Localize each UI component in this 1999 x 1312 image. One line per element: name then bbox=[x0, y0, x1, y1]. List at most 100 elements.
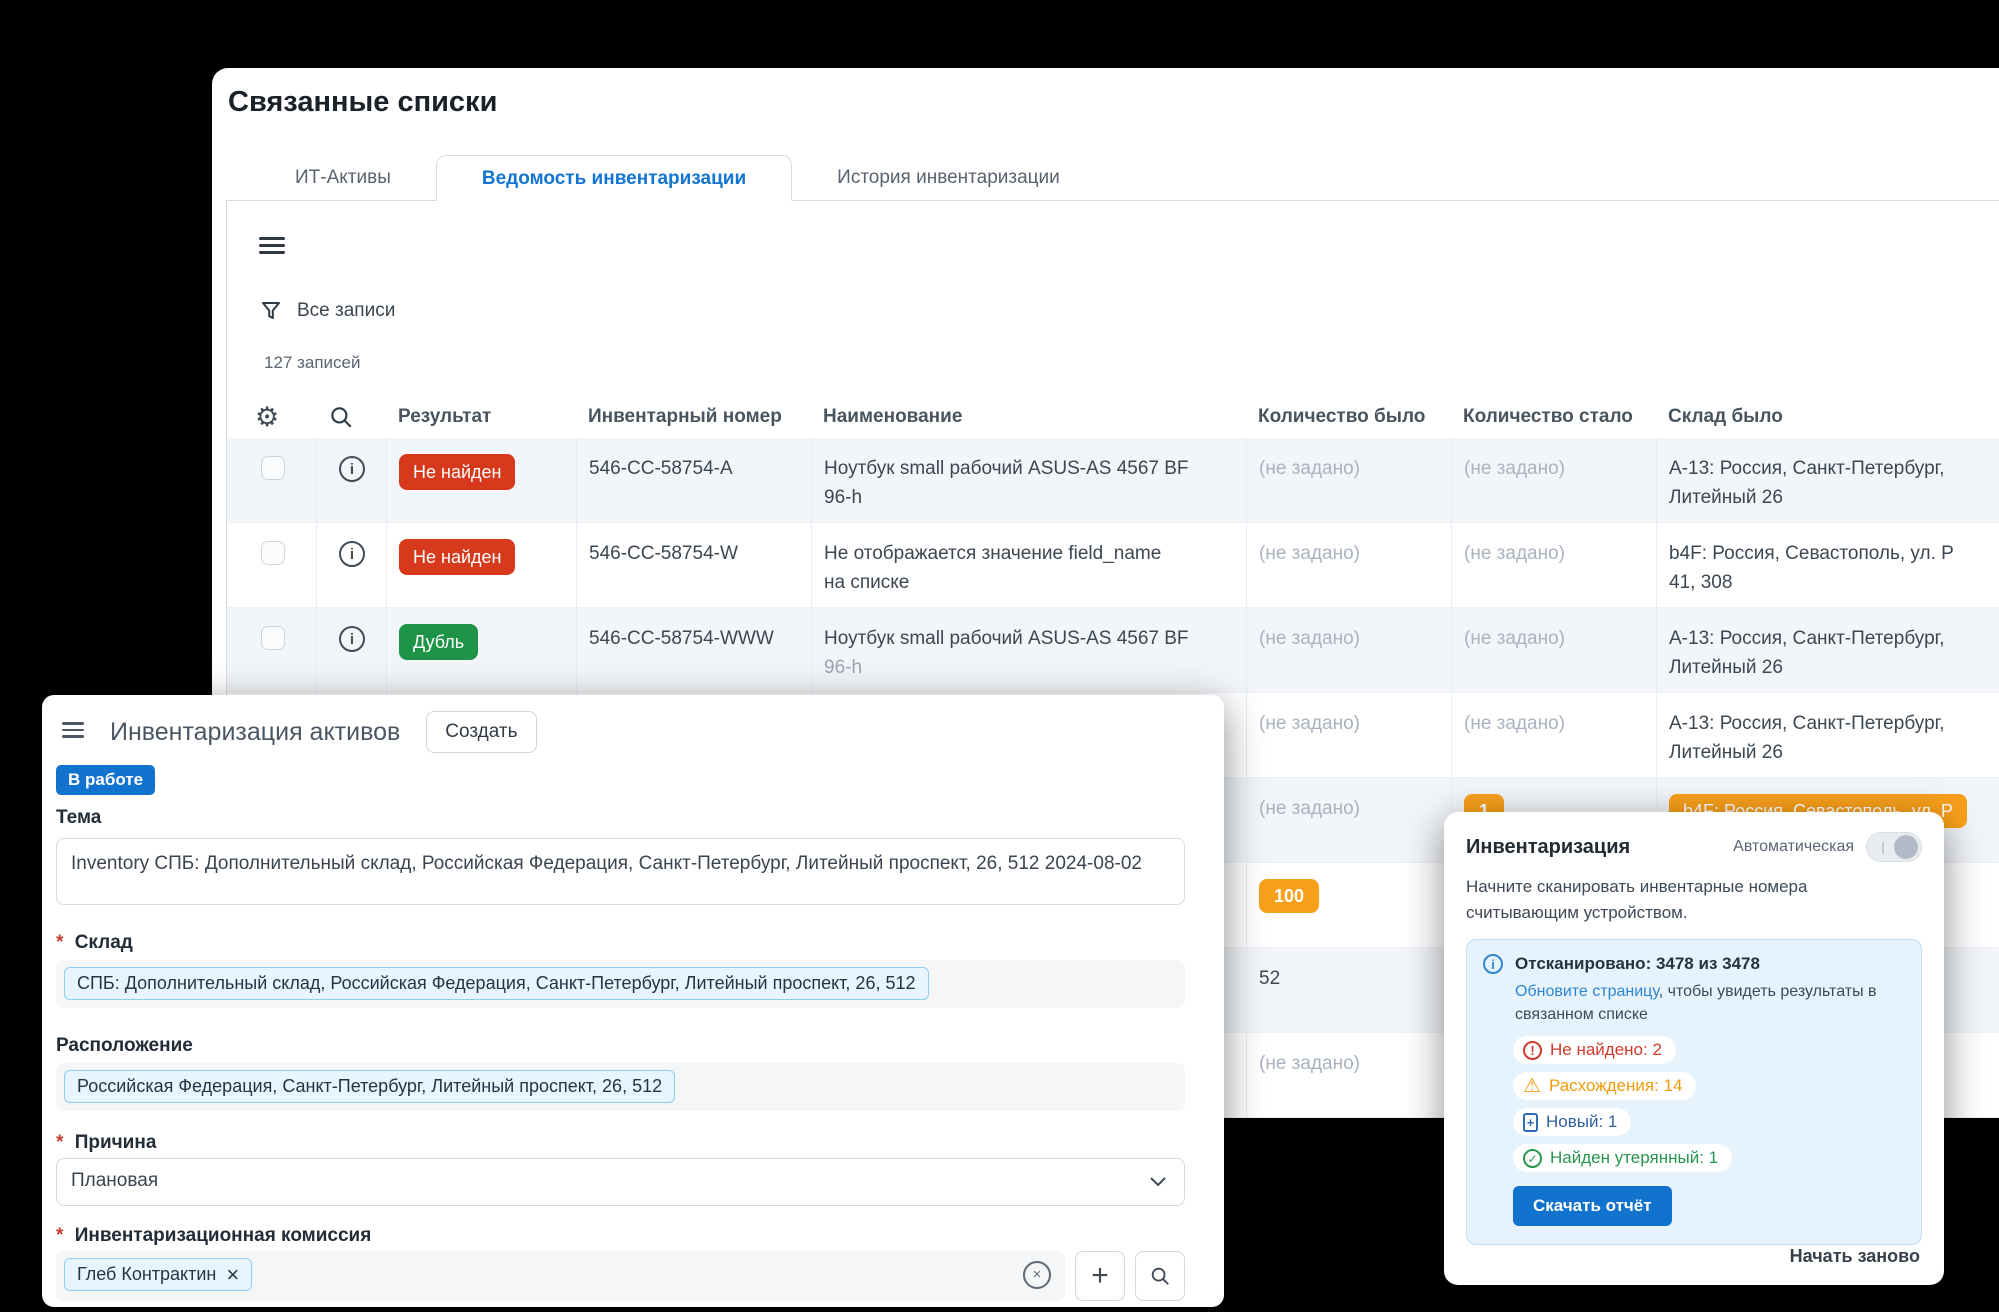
qty-value: (не задано) bbox=[1464, 628, 1565, 649]
cell-checkbox bbox=[227, 438, 316, 522]
scan-instruction: Начните сканировать инвентарные номера с… bbox=[1466, 874, 1922, 925]
cell-qty-was: 52 bbox=[1246, 948, 1451, 1032]
warehouse-line: А-13: Россия, Санкт-Петербург, bbox=[1669, 709, 1991, 738]
refresh-link[interactable]: Обновите страницу bbox=[1515, 983, 1659, 1000]
warehouse-line: Литейный 26 bbox=[1669, 738, 1991, 767]
scan-result-box: i Отсканировано: 3478 из 3478 Обновите с… bbox=[1466, 939, 1922, 1245]
list-menu-icon[interactable] bbox=[259, 237, 285, 258]
commission-label: * Инвентаризационная комиссия bbox=[56, 1225, 371, 1247]
header-settings-cell: ⚙ bbox=[227, 402, 316, 433]
check-circle-icon: ✓ bbox=[1523, 1149, 1542, 1168]
cell-warehouse: А-13: Россия, Санкт-Петербург,Литейный 2… bbox=[1656, 693, 1999, 777]
status-badge: В работе bbox=[56, 765, 155, 795]
info-icon[interactable]: i bbox=[339, 541, 365, 567]
stat-label: Расхождения: 14 bbox=[1549, 1076, 1683, 1096]
page-title: Связанные списки bbox=[228, 86, 497, 119]
qty-value: (не задано) bbox=[1464, 458, 1565, 479]
row-checkbox[interactable] bbox=[261, 456, 285, 480]
warning-triangle-icon: ⚠ bbox=[1523, 1076, 1541, 1096]
name-line: 96-h bbox=[824, 483, 1238, 512]
cell-result: Дубль bbox=[386, 608, 576, 692]
search-icon bbox=[1149, 1265, 1171, 1287]
warehouse-field[interactable]: СПБ: Дополнительный склад, Российская Фе… bbox=[56, 960, 1185, 1008]
column-inventory-num[interactable]: Инвентарный номер bbox=[576, 406, 811, 428]
column-qty-now[interactable]: Количество стало bbox=[1451, 406, 1656, 428]
cell-name: Ноутбук small рабочий ASUS-AS 4567 BF96-… bbox=[811, 438, 1246, 522]
tab-it-assets[interactable]: ИТ-Активы bbox=[250, 155, 436, 201]
cell-result: Не найден bbox=[386, 523, 576, 607]
info-icon: i bbox=[1483, 954, 1503, 974]
scan-popup-body: Инвентаризация Автоматическая Начните ск… bbox=[1444, 812, 1944, 1285]
search-icon[interactable] bbox=[328, 404, 354, 430]
qty-value: (не задано) bbox=[1464, 543, 1565, 564]
form-header: Инвентаризация активов Создать bbox=[42, 695, 1224, 753]
reason-select[interactable]: Плановая bbox=[56, 1158, 1185, 1206]
column-name[interactable]: Наименование bbox=[811, 406, 1246, 428]
restart-link[interactable]: Начать заново bbox=[1790, 1246, 1920, 1267]
refresh-hint: Обновите страницу, чтобы увидеть результ… bbox=[1515, 980, 1905, 1026]
cell-info: i bbox=[316, 523, 386, 607]
asset-form-panel: Инвентаризация активов Создать В работе … bbox=[42, 695, 1224, 1307]
qty-value: (не задано) bbox=[1259, 543, 1360, 564]
info-icon[interactable]: i bbox=[339, 626, 365, 652]
tab-inventory-history[interactable]: История инвентаризации bbox=[792, 155, 1105, 201]
commission-field[interactable]: Глеб Контрактин × × bbox=[56, 1251, 1065, 1301]
column-result[interactable]: Результат bbox=[386, 406, 576, 428]
qty-value: (не задано) bbox=[1259, 1053, 1360, 1074]
tab-inventory-sheet[interactable]: Ведомость инвентаризации bbox=[436, 155, 792, 201]
table-row: iДубль546-CC-58754-WWWНоутбук small рабо… bbox=[227, 608, 1999, 693]
clear-field-icon[interactable]: × bbox=[1023, 1261, 1051, 1289]
warehouse-line: А-13: Россия, Санкт-Петербург, bbox=[1669, 454, 1991, 483]
gear-icon[interactable]: ⚙ bbox=[255, 402, 279, 432]
form-menu-icon[interactable] bbox=[62, 722, 84, 742]
cell-qty-now: (не задано) bbox=[1451, 523, 1656, 607]
reason-label: * Причина bbox=[56, 1132, 156, 1154]
chevron-down-icon bbox=[1150, 1177, 1166, 1187]
location-field[interactable]: Российская Федерация, Санкт-Петербург, Л… bbox=[56, 1063, 1185, 1111]
subject-input[interactable]: Inventory СПБ: Дополнительный склад, Рос… bbox=[56, 838, 1185, 905]
name-line: на списке bbox=[824, 568, 1238, 597]
download-report-button[interactable]: Скачать отчёт bbox=[1513, 1186, 1672, 1226]
column-warehouse-was[interactable]: Склад было bbox=[1656, 406, 1999, 428]
reason-value: Плановая bbox=[71, 1170, 158, 1191]
warehouse-line: Литейный 26 bbox=[1669, 483, 1991, 512]
cell-result: Не найден bbox=[386, 438, 576, 522]
location-chip: Российская Федерация, Санкт-Петербург, Л… bbox=[64, 1070, 675, 1103]
scan-popup-header: Инвентаризация Автоматическая bbox=[1466, 832, 1922, 862]
cell-warehouse: А-13: Россия, Санкт-Петербург,Литейный 2… bbox=[1656, 438, 1999, 522]
warehouse-chip: СПБ: Дополнительный склад, Российская Фе… bbox=[64, 967, 929, 1000]
cell-qty-was: 100 bbox=[1246, 863, 1451, 947]
document-plus-icon: + bbox=[1523, 1113, 1538, 1132]
cell-name: Ноутбук small рабочий ASUS-AS 4567 BF96-… bbox=[811, 608, 1246, 692]
stat-pill-new: + Новый: 1 bbox=[1513, 1108, 1631, 1136]
cell-qty-now: (не задано) bbox=[1451, 693, 1656, 777]
column-qty-was[interactable]: Количество было bbox=[1246, 406, 1451, 428]
lookup-button[interactable] bbox=[1135, 1251, 1185, 1301]
scanned-count: Отсканировано: 3478 из 3478 bbox=[1515, 954, 1760, 974]
row-checkbox[interactable] bbox=[261, 626, 285, 650]
location-label: Расположение bbox=[56, 1035, 193, 1057]
filter-control[interactable]: Все записи bbox=[259, 299, 395, 323]
remove-chip-icon[interactable]: × bbox=[226, 1266, 239, 1284]
stat-pill-discrepancy: ⚠ Расхождения: 14 bbox=[1513, 1072, 1696, 1100]
warehouse-label: * Склад bbox=[56, 932, 133, 954]
auto-toggle[interactable] bbox=[1866, 832, 1922, 862]
qty-value: (не задано) bbox=[1259, 458, 1360, 479]
stat-label: Новый: 1 bbox=[1546, 1112, 1617, 1132]
funnel-icon bbox=[259, 299, 283, 323]
info-icon[interactable]: i bbox=[339, 456, 365, 482]
qty-value: 52 bbox=[1259, 968, 1280, 989]
create-button[interactable]: Создать bbox=[426, 711, 536, 753]
records-count: 127 записей bbox=[264, 353, 361, 373]
add-button[interactable]: + bbox=[1075, 1251, 1125, 1301]
qty-value: (не задано) bbox=[1259, 628, 1360, 649]
filter-label: Все записи bbox=[297, 300, 395, 322]
popup-title: Инвентаризация bbox=[1466, 836, 1733, 859]
qty-value: (не задано) bbox=[1464, 713, 1565, 734]
name-line: Ноутбук small рабочий ASUS-AS 4567 BF bbox=[824, 624, 1238, 653]
table-row: iНе найден546-CC-58754-AНоутбук small ра… bbox=[227, 438, 1999, 523]
cell-inventory-num: 546-CC-58754-W bbox=[576, 523, 811, 607]
error-circle-icon: ! bbox=[1523, 1041, 1542, 1060]
row-checkbox[interactable] bbox=[261, 541, 285, 565]
cell-warehouse: b4F: Россия, Севастополь, ул. Р41, 308 bbox=[1656, 523, 1999, 607]
